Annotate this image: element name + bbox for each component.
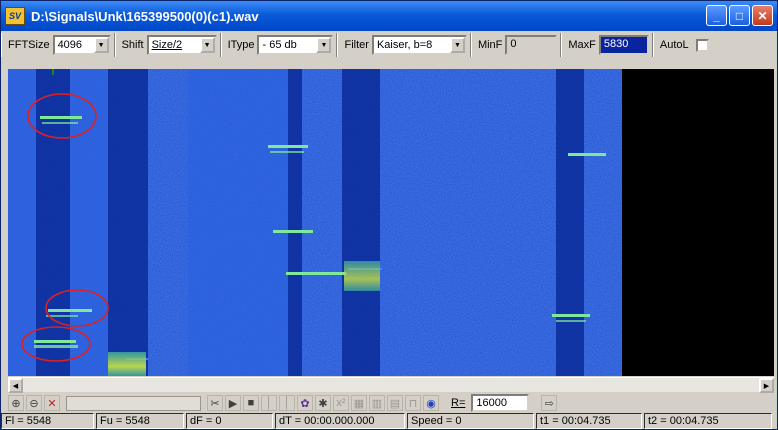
minf-label: MinF — [477, 39, 503, 51]
minf-group: MinF 0 — [470, 33, 562, 57]
status-fl: Fl = 5548 — [1, 413, 94, 429]
energy-blob — [108, 352, 146, 376]
status-speed: Speed = 0 — [407, 413, 534, 429]
itype-group: IType - 65 db ▼ — [220, 33, 338, 57]
itype-value: - 65 db — [262, 39, 297, 51]
shift-group: Shift Size/2 ▼ — [114, 33, 221, 57]
spectrogram-view[interactable] — [8, 69, 774, 376]
status-df: dF = 0 — [186, 413, 273, 429]
pulse-icon[interactable]: ⊓ — [405, 395, 421, 411]
window-title: D:\Signals\Unk\165399500(0)(c1).wav — [31, 8, 259, 24]
scroll-right-icon[interactable]: ▶ — [759, 378, 774, 393]
maximize-icon[interactable]: □ — [729, 5, 750, 26]
filter-label: Filter — [344, 39, 369, 51]
grid-icon[interactable]: ▦ — [351, 395, 367, 411]
chevron-down-icon[interactable]: ▼ — [449, 37, 465, 53]
apply-icon[interactable]: ⇨ — [541, 395, 558, 411]
shift-label: Shift — [121, 39, 144, 51]
itype-select[interactable]: - 65 db ▼ — [257, 35, 334, 55]
status-fu: Fu = 5548 — [96, 413, 184, 429]
maxf-group: MaxF 5830 — [561, 33, 653, 57]
application-window: SV D:\Signals\Unk\165399500(0)(c1).wav _… — [0, 0, 778, 430]
autol-label: AutoL — [659, 39, 689, 51]
itype-label: IType — [227, 39, 255, 51]
status-bar: Fl = 5548 Fu = 5548 dF = 0 dT = 00:00.00… — [1, 413, 777, 429]
r-label: R= — [451, 397, 466, 409]
marker-right-icon[interactable]: │ — [279, 395, 295, 411]
energy-blob — [344, 261, 380, 291]
bars-icon[interactable]: ▤ — [387, 395, 403, 411]
cut-icon[interactable]: ✂ — [207, 395, 223, 411]
minf-field[interactable]: 0 — [505, 35, 558, 55]
filter-group: Filter Kaiser, b=8 ▼ — [337, 33, 471, 57]
position-slider[interactable] — [66, 395, 201, 411]
app-icon: SV — [5, 7, 25, 25]
scroll-left-icon[interactable]: ◀ — [8, 378, 23, 393]
autol-group: AutoL — [652, 33, 712, 57]
target-icon[interactable]: ◉ — [423, 395, 439, 411]
chevron-down-icon[interactable]: ▼ — [93, 37, 109, 53]
status-t2: t2 = 00:04.735 — [644, 413, 772, 429]
maxf-field[interactable]: 5830 — [598, 35, 649, 55]
status-dt: dT = 00:00.000.000 — [275, 413, 405, 429]
control-bar: ⊕ ⊖ ✕ ✂ ▶ ■ │ │ ✿ ✱ x² ▦ ▥ ▤ ⊓ ◉ R= 1600… — [8, 393, 774, 413]
r-field[interactable]: 16000 — [471, 394, 530, 412]
shift-select[interactable]: Size/2 ▼ — [146, 35, 217, 55]
fftsize-select[interactable]: 4096 ▼ — [52, 35, 111, 55]
formula-icon[interactable]: x² — [333, 395, 349, 411]
blank-region — [622, 69, 774, 376]
settings-icon[interactable]: ✿ — [297, 395, 313, 411]
fftsize-group: FFTSize 4096 ▼ — [1, 33, 115, 57]
autol-checkbox[interactable] — [695, 38, 709, 52]
spectrogram-image — [8, 69, 774, 376]
zoom-in-icon[interactable]: ⊕ — [8, 395, 24, 411]
filter-select[interactable]: Kaiser, b=8 ▼ — [371, 35, 467, 55]
histogram-icon[interactable]: ▥ — [369, 395, 385, 411]
maxf-label: MaxF — [568, 39, 596, 51]
peak-icon[interactable]: ✱ — [315, 395, 331, 411]
play-icon[interactable]: ▶ — [225, 395, 241, 411]
close-icon[interactable]: ✕ — [752, 5, 773, 26]
marker-left-icon[interactable]: │ — [261, 395, 277, 411]
status-t1: t1 = 00:04.735 — [536, 413, 642, 429]
zoom-reset-icon[interactable]: ✕ — [44, 395, 60, 411]
chevron-down-icon[interactable]: ▼ — [199, 37, 215, 53]
fftsize-label: FFTSize — [8, 39, 50, 51]
chevron-down-icon[interactable]: ▼ — [316, 37, 332, 53]
horizontal-scrollbar[interactable]: ◀ ▶ — [8, 377, 774, 393]
title-bar[interactable]: SV D:\Signals\Unk\165399500(0)(c1).wav _… — [1, 1, 777, 31]
stop-icon[interactable]: ■ — [243, 395, 259, 411]
filter-value: Kaiser, b=8 — [376, 39, 433, 51]
zoom-out-icon[interactable]: ⊖ — [26, 395, 42, 411]
fftsize-value: 4096 — [57, 39, 83, 51]
shift-value: Size/2 — [151, 39, 183, 51]
minimize-icon[interactable]: _ — [706, 5, 727, 26]
toolbar: FFTSize 4096 ▼ Shift Size/2 ▼ IType - 65 d… — [1, 31, 777, 59]
